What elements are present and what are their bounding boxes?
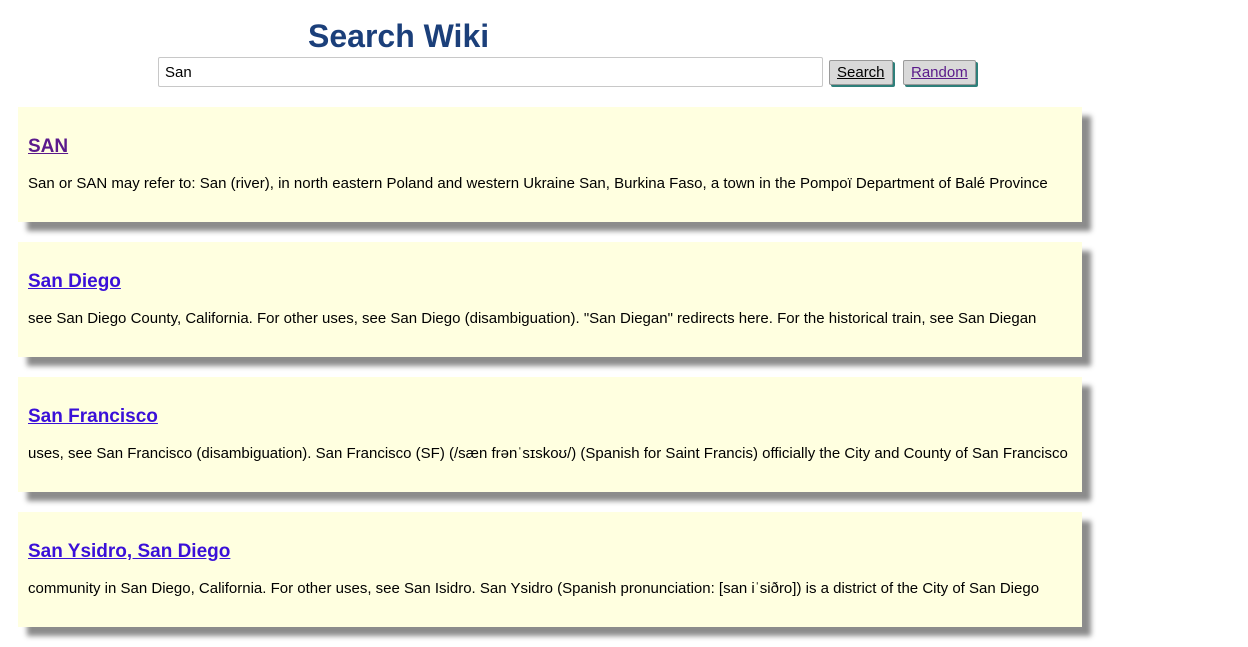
search-header: Search Wiki Search Random: [0, 0, 1248, 100]
result-title-link[interactable]: San Ysidro, San Diego: [28, 540, 230, 564]
result-card: San Diego see San Diego County, Californ…: [18, 242, 1082, 357]
search-button[interactable]: Search: [829, 60, 893, 85]
result-card: San Ysidro, San Diego community in San D…: [18, 512, 1082, 627]
result-title-link[interactable]: SAN: [28, 135, 68, 159]
random-button[interactable]: Random: [903, 60, 976, 85]
result-snippet: uses, see San Francisco (disambiguation)…: [28, 445, 1068, 462]
result-snippet: see San Diego County, California. For ot…: [28, 310, 1037, 327]
results-list: SAN San or SAN may refer to: San (river)…: [18, 107, 1082, 647]
result-snippet: community in San Diego, California. For …: [28, 580, 1040, 597]
page-title: Search Wiki: [308, 18, 490, 54]
search-input[interactable]: [158, 57, 823, 87]
result-card: SAN San or SAN may refer to: San (river)…: [18, 107, 1082, 222]
result-card: San Francisco uses, see San Francisco (d…: [18, 377, 1082, 492]
result-title-link[interactable]: San Diego: [28, 270, 121, 294]
result-title-link[interactable]: San Francisco: [28, 405, 158, 429]
result-snippet: San or SAN may refer to: San (river), in…: [28, 175, 1048, 192]
